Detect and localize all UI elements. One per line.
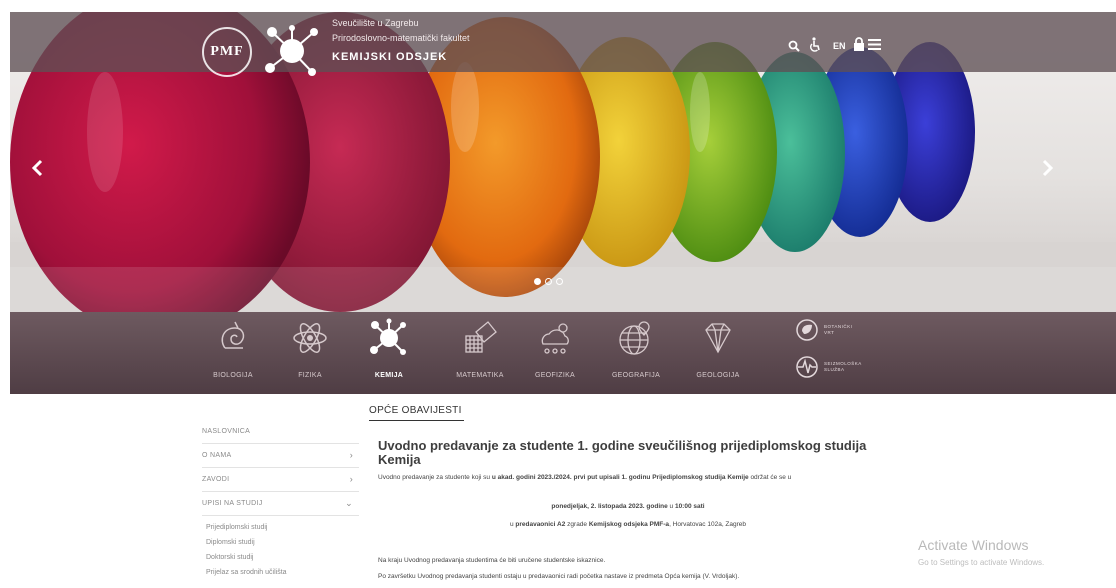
sidebar-subitem-prijelaz[interactable]: Prijelaz sa srodnih učilišta [202, 565, 359, 580]
nav-label: GEOGRAFIJA [611, 372, 661, 379]
text-run: Uvodno predavanje za studente koji su [378, 474, 492, 481]
text-run-bold: 10:00 sati [674, 503, 705, 510]
sidebar-item-label: O NAMA [202, 452, 232, 459]
nav-label: GEOFIZIKA [534, 372, 576, 379]
sidebar-subitem-diplomski[interactable]: Diplomski studij [202, 535, 359, 550]
sidebar-item-naslovnica[interactable]: NASLOVNICA [202, 420, 359, 444]
department-nav: BIOLOGIJA FIZIKA KEMIJA MATEMATIKA GEOFI… [10, 312, 1116, 394]
pmf-logo-text: PMF [210, 44, 244, 59]
nav-item-geografija[interactable]: GEOGRAFIJA [596, 318, 676, 388]
activate-windows-title: Activate Windows [918, 537, 1029, 553]
lock-icon[interactable] [853, 37, 865, 51]
sidebar-item-label: NASLOVNICA [202, 428, 251, 435]
text-run-bold: u akad. godini 2023./2024. prvi put upis… [491, 474, 749, 481]
geometry-icon [465, 321, 497, 353]
article-date-line: ponedjeljak, 2. listopada 2023. godine u… [378, 503, 878, 510]
nav-label: FIZIKA [298, 372, 322, 379]
text-run: zgrade [565, 521, 589, 528]
slider-dot[interactable] [556, 278, 563, 285]
slider-next-button[interactable] [1034, 148, 1062, 188]
shell-icon [221, 321, 245, 349]
chevron-right-icon: › [349, 474, 353, 484]
chevron-down-icon: ⌄ [345, 498, 353, 508]
pmf-logo[interactable]: PMF [202, 27, 252, 77]
nav-label: BIOLOGIJA [213, 372, 253, 379]
article-paragraph: Uvodno predavanje za studente koji su u … [378, 473, 878, 483]
section-underline [369, 420, 464, 421]
university-name: Sveučilište u Zagrebu [332, 18, 419, 28]
sidebar-item-zavodi[interactable]: ZAVODI › [202, 468, 359, 492]
atom-icon [293, 323, 327, 353]
text-run-bold: ponedjeljak, 2. listopada 2023. godine [551, 503, 668, 510]
sidebar-item-label: ZAVODI [202, 476, 230, 483]
text-run: u [667, 503, 675, 510]
sidebar-item-label: UPISI NA STUDIJ [202, 500, 263, 507]
molecule-logo-icon[interactable] [262, 24, 322, 78]
leaf-icon [796, 319, 818, 341]
diamond-icon [705, 323, 731, 354]
text-run-bold: predavaonici A2 [515, 521, 566, 528]
article-title[interactable]: Uvodno predavanje za studente 1. godine … [378, 439, 878, 467]
slider-dot[interactable] [534, 278, 541, 285]
slider-dots [534, 278, 563, 285]
nav-item-kemija[interactable]: KEMIJA [349, 318, 429, 388]
weather-icon [541, 323, 569, 354]
nav-label: MATEMATIKA [456, 372, 504, 379]
molecule-icon [370, 318, 406, 355]
sidebar: NASLOVNICA O NAMA › ZAVODI › UPISI NA STUD… [202, 420, 359, 580]
seismograph-icon [796, 356, 818, 378]
article-location-line: u predavaonici A2 zgrade Kemijskog odsje… [378, 521, 878, 528]
section-title: OPĆE OBAVIJESTI [369, 405, 462, 416]
chevron-right-icon [1042, 159, 1054, 177]
slider-prev-button[interactable] [23, 148, 51, 188]
header-bar [10, 12, 1116, 72]
language-switch[interactable]: EN [833, 41, 846, 51]
globe-pin-icon [619, 321, 650, 355]
text-run: održat će se u [748, 474, 792, 481]
chevron-left-icon [31, 159, 43, 177]
nav-side-label: BOTANIČKI VRT [824, 324, 853, 335]
hero-slider: PMF Sveučilište u Zagrebu Prirodoslovno-… [10, 12, 1116, 312]
article-paragraph: Na kraju Uvodnog predavanja studentima ć… [378, 557, 606, 564]
text-run-bold: Kemijskog odsjeka PMF-a [588, 521, 670, 528]
department-name[interactable]: KEMIJSKI ODSJEK [332, 51, 447, 63]
nav-item-geologija[interactable]: GEOLOGIJA [678, 318, 758, 388]
sidebar-subitem-prijediplomski[interactable]: Prijediplomski studij [202, 520, 359, 535]
nav-item-geofizika[interactable]: GEOFIZIKA [515, 318, 595, 388]
faculty-name: Prirodoslovno-matematički fakultet [332, 33, 470, 43]
page: PMF Sveučilište u Zagrebu Prirodoslovno-… [0, 0, 1116, 588]
nav-label: KEMIJA [374, 372, 404, 379]
sidebar-item-upisi-na-studij[interactable]: UPISI NA STUDIJ ⌄ [202, 492, 359, 516]
sidebar-item-o-nama[interactable]: O NAMA › [202, 444, 359, 468]
accessibility-icon[interactable] [809, 37, 821, 53]
nav-item-fizika[interactable]: FIZIKA [270, 318, 350, 388]
nav-label: GEOLOGIJA [696, 372, 740, 379]
slider-dot[interactable] [545, 278, 552, 285]
activate-windows-subtitle: Go to Settings to activate Windows. [918, 558, 1045, 567]
nav-item-biologija[interactable]: BIOLOGIJA [193, 318, 273, 388]
nav-item-seizmoloska-sluzba[interactable]: SEIZMOLOŠKA SLUŽBA [796, 356, 862, 378]
menu-icon[interactable] [868, 39, 881, 50]
nav-item-matematika[interactable]: MATEMATIKA [440, 318, 520, 388]
search-icon[interactable] [788, 40, 800, 52]
sidebar-subitem-doktorski[interactable]: Doktorski studij [202, 550, 359, 565]
chevron-right-icon: › [349, 450, 353, 460]
text-run: , Horvatovac 102a, Zagreb [669, 521, 747, 528]
nav-item-botanicki-vrt[interactable]: BOTANIČKI VRT [796, 319, 860, 341]
article-paragraph: Po završetku Uvodnog predavanja studenti… [378, 573, 740, 580]
nav-side-label: SEIZMOLOŠKA SLUŽBA [824, 361, 862, 372]
